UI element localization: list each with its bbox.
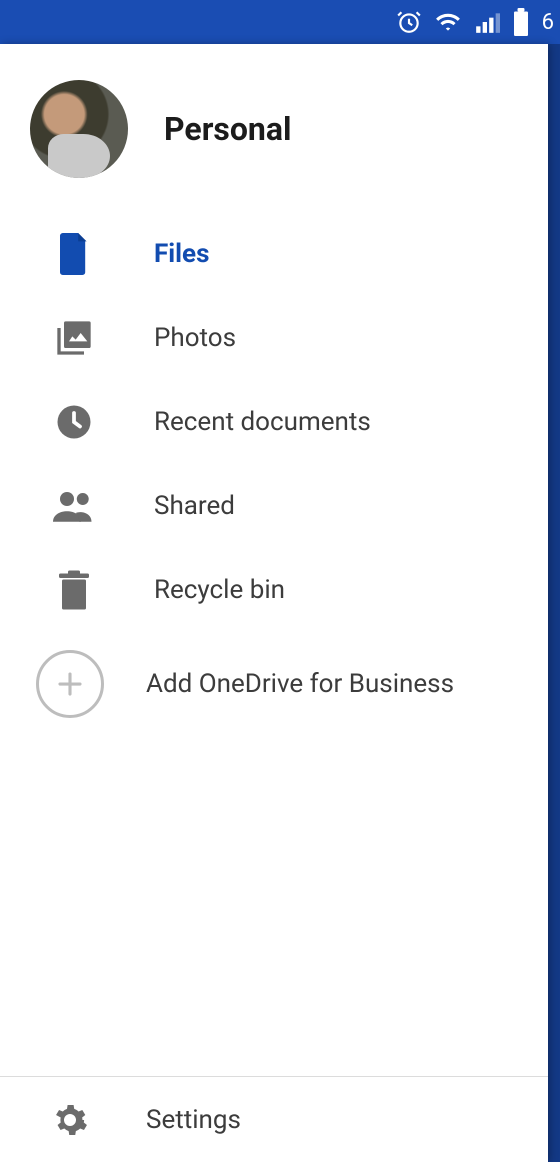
nav-label-shared: Shared xyxy=(154,491,235,521)
nav-item-shared[interactable]: Shared xyxy=(0,464,548,548)
file-icon xyxy=(52,233,96,275)
status-time: 6 xyxy=(542,10,554,35)
settings-item[interactable]: Settings xyxy=(0,1076,548,1162)
add-business-label: Add OneDrive for Business xyxy=(146,669,454,699)
photos-icon xyxy=(52,318,96,358)
wifi-icon xyxy=(434,9,462,35)
status-bar: 6 xyxy=(0,0,560,44)
plus-icon xyxy=(36,650,104,718)
nav-label-recent: Recent documents xyxy=(154,407,371,437)
account-header[interactable]: Personal xyxy=(0,44,548,212)
drawer-spacer xyxy=(0,724,548,1076)
navigation-drawer: Personal Files Photos xyxy=(0,44,548,1162)
nav-item-recycle[interactable]: Recycle bin xyxy=(0,548,548,632)
drawer-scrim[interactable] xyxy=(548,44,560,1162)
signal-icon xyxy=(474,9,500,35)
people-icon xyxy=(52,489,96,523)
add-business-button[interactable]: Add OneDrive for Business xyxy=(0,632,548,724)
nav-list: Files Photos Recent documents xyxy=(0,212,548,632)
nav-item-photos[interactable]: Photos xyxy=(0,296,548,380)
avatar xyxy=(30,80,128,178)
nav-item-files[interactable]: Files xyxy=(0,212,548,296)
gear-icon xyxy=(52,1102,88,1138)
nav-item-recent[interactable]: Recent documents xyxy=(0,380,548,464)
battery-icon xyxy=(512,8,530,36)
nav-label-files: Files xyxy=(154,239,209,269)
nav-label-recycle: Recycle bin xyxy=(154,575,285,605)
settings-label: Settings xyxy=(146,1105,241,1135)
trash-icon xyxy=(52,570,96,610)
account-title: Personal xyxy=(164,110,291,148)
clock-icon xyxy=(52,404,96,440)
nav-label-photos: Photos xyxy=(154,323,236,353)
alarm-icon xyxy=(396,9,422,35)
